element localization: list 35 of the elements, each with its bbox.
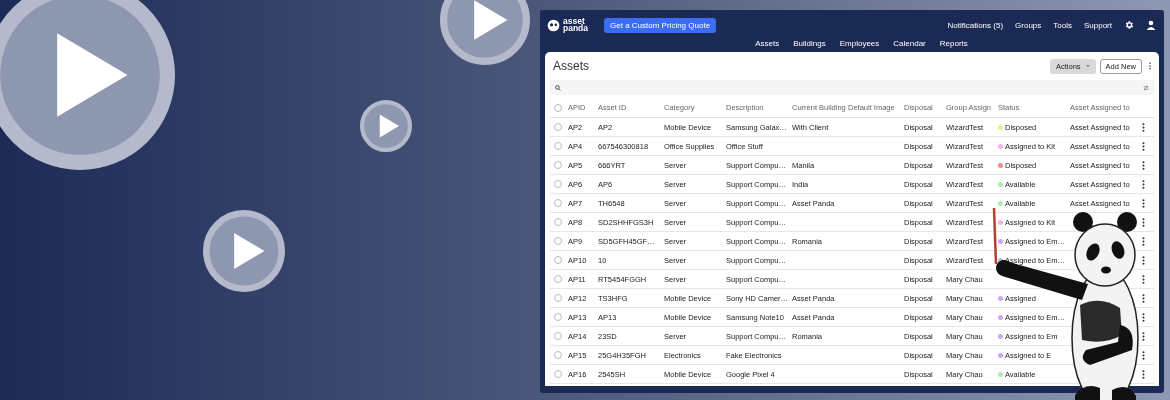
page-title: Assets	[553, 59, 590, 73]
header-link[interactable]: Support	[1083, 20, 1112, 30]
nav-link[interactable]: Buildings	[793, 39, 826, 48]
header-link[interactable]: Groups	[1015, 20, 1042, 30]
more-options-icon[interactable]	[1142, 350, 1145, 360]
pricing-quote-button[interactable]: Get a Custom Pricing Quote	[604, 17, 717, 33]
search-field[interactable]	[550, 80, 1154, 95]
swap-arrows-icon[interactable]	[1143, 84, 1149, 91]
header-link[interactable]: Tools	[1053, 20, 1072, 30]
nav-link[interactable]: Employees	[839, 39, 880, 48]
more-options-icon[interactable]	[1142, 274, 1145, 284]
more-options-icon[interactable]	[1142, 331, 1145, 341]
nav-link[interactable]: Calendar	[893, 39, 926, 48]
play-circle-icon	[360, 100, 412, 152]
header-link[interactable]: Notifications (5)	[947, 20, 1004, 30]
caret-icon	[1085, 64, 1090, 68]
panda-head-icon	[547, 18, 560, 32]
asset-panda-logo[interactable]: asset panda	[547, 17, 589, 33]
more-options-icon[interactable]	[1142, 293, 1145, 303]
more-options-icon[interactable]	[1142, 160, 1145, 170]
more-options-icon[interactable]	[1142, 179, 1145, 189]
more-options-icon[interactable]	[1142, 122, 1145, 132]
more-options-icon[interactable]	[1142, 312, 1145, 322]
more-options-icon[interactable]	[1142, 236, 1145, 246]
nav-link[interactable]: Reports	[939, 39, 968, 48]
user-icon[interactable]	[1146, 20, 1156, 30]
more-options-icon[interactable]	[1142, 198, 1145, 208]
more-options-icon[interactable]	[1142, 217, 1145, 227]
more-options-icon[interactable]	[1142, 141, 1145, 151]
search-icon	[555, 84, 561, 91]
more-options-icon[interactable]	[1142, 255, 1145, 265]
play-circle-icon	[203, 210, 285, 292]
settings-icon[interactable]	[1124, 20, 1134, 30]
nav-link[interactable]: Assets	[755, 39, 780, 48]
more-options-icon[interactable]	[1142, 369, 1145, 379]
